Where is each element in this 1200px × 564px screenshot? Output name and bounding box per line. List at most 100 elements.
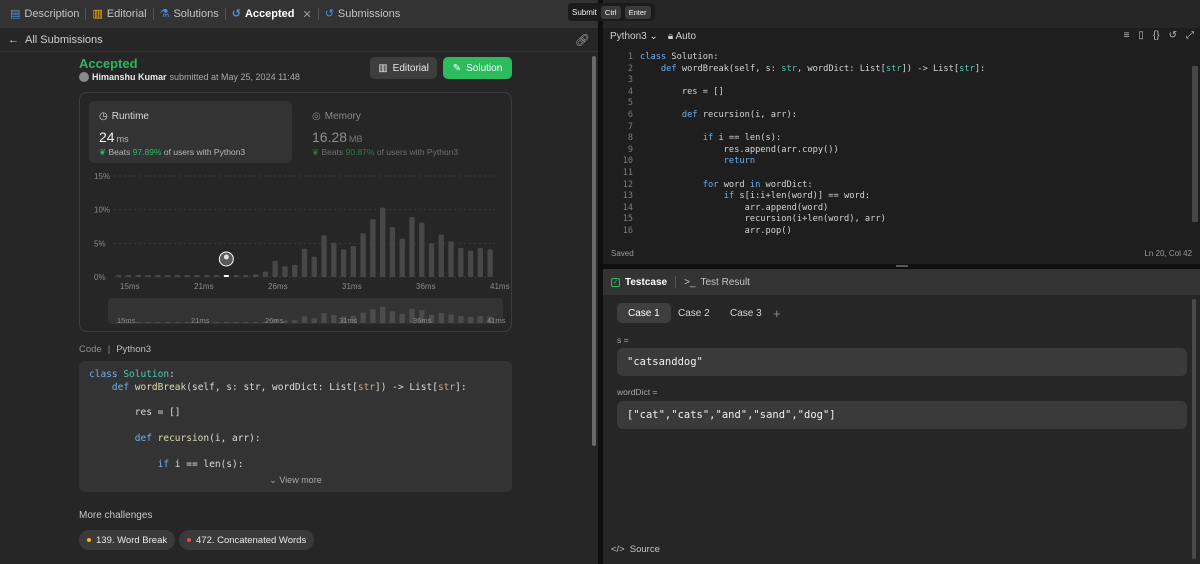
overview-bar (389, 311, 396, 323)
line-number: 9 (627, 144, 633, 155)
expand-icon[interactable]: ⤢ (1186, 30, 1194, 41)
line-number: 10 (622, 156, 633, 167)
chart-bar (194, 274, 200, 277)
input-s[interactable]: "catsanddog" (617, 348, 1187, 376)
tab-description[interactable]: ▤ Description (6, 0, 83, 28)
chart-bar (125, 274, 132, 277)
difficulty-dot (87, 538, 91, 542)
bookmark-icon[interactable]: ▯ (1138, 30, 1144, 41)
line-number: 7 (627, 121, 633, 132)
line-number: 1 (627, 52, 633, 62)
submission-panel: ▤ Description ▥ Editorial ⚗ Solutions ↺ … (0, 0, 598, 564)
editor-code-line: arr.pop() (640, 225, 792, 236)
chart-bar (477, 248, 484, 277)
testcase-scrollbar[interactable] (1192, 299, 1196, 559)
tab-accepted[interactable]: ↺ Accepted ✕ (228, 0, 316, 28)
line-number: 12 (622, 179, 633, 190)
book-icon: ▥ (92, 7, 103, 20)
editor-code-line: if i == len(s): (702, 133, 782, 144)
tab-testcase[interactable]: ✓ Testcase (611, 277, 667, 288)
editor-tools: ≡ ▯ {} ↺ ⤢ (1124, 30, 1194, 41)
editor-code-line: for word in wordDict: (702, 179, 813, 190)
tab-test-result[interactable]: >_ Test Result (684, 277, 750, 288)
case-tab-3[interactable]: Case 3 (719, 303, 773, 323)
link-icon[interactable]: 🔗︎ (575, 33, 590, 47)
code-editor[interactable]: Python3 ⌄ 🔒︎ Auto ≡ ▯ {} ↺ ⤢ 1 2 3 4 5 6 7 8 9 10… (603, 28, 1200, 264)
runtime-distribution-chart[interactable]: 15% 10% 5% 0% 15ms 21ms 26ms 31ms 36ms 41ms 15ms 21… (80, 93, 513, 333)
all-submissions-link[interactable]: ← All Submissions (8, 34, 103, 46)
case-tab-1[interactable]: Case 1 (617, 303, 671, 323)
x-tick-label: 36ms (416, 282, 436, 291)
close-icon[interactable]: ✕ (302, 8, 311, 21)
key-enter: Enter (624, 5, 651, 19)
tab-submissions[interactable]: ↺ Submissions (321, 0, 405, 28)
editor-code-line (640, 168, 985, 180)
chart-bar (116, 274, 122, 277)
add-case-button[interactable]: + (773, 303, 781, 323)
source-button[interactable]: </> Source (611, 544, 660, 555)
lock-icon: 🔒︎ (667, 30, 674, 42)
left-scrollbar[interactable] (592, 56, 596, 446)
chart-bar (204, 274, 210, 277)
splitter-grip[interactable] (896, 265, 908, 267)
overview-tick-label: 41ms (487, 316, 506, 325)
overview-bar (370, 309, 376, 323)
line-number: 16 (622, 225, 633, 236)
tab-label: Description (24, 8, 80, 20)
submitted-code[interactable]: class Solution: def wordBreak(self, s: s… (79, 361, 512, 492)
overview-bar (360, 312, 366, 323)
code-icon: </> (611, 544, 625, 555)
testcase-tab-bar: ✓ Testcase >_ Test Result (603, 269, 1200, 295)
chart-bar (252, 274, 259, 277)
chart-bar (155, 274, 161, 277)
y-tick-label: 15% (94, 172, 110, 181)
submitted-time: submitted at May 25, 2024 11:48 (169, 72, 300, 82)
tab-divider (675, 276, 677, 288)
x-tick-label: 41ms (490, 282, 510, 291)
editor-code-line: arr.append(word) (640, 202, 829, 213)
language-label: Python3 (610, 30, 647, 42)
editor-code-line: if s[i:i+len(word)] == word: (723, 191, 871, 202)
overview-bar (477, 316, 484, 323)
author-line: Himanshu Kumar submitted at May 25, 2024… (79, 72, 300, 82)
overview-bar (223, 322, 230, 323)
challenge-chip-word-break[interactable]: 139. Word Break (79, 530, 176, 550)
overview-bar (399, 313, 405, 323)
view-more-button[interactable]: ⌄ View more (79, 475, 512, 486)
chart-bar (409, 217, 415, 277)
tab-editorial[interactable]: ▥ Editorial (88, 0, 150, 28)
editorial-button-label: Editorial (392, 62, 429, 74)
format-icon[interactable]: ≡ (1124, 30, 1130, 41)
autocomplete-mode[interactable]: 🔒︎ Auto (668, 31, 696, 42)
chart-bar (243, 274, 249, 277)
overview-tick-label: 26ms (265, 316, 284, 325)
overview-bar (243, 322, 249, 323)
chart-bar (428, 243, 435, 277)
editor-code-line (640, 75, 985, 87)
challenge-chip-concatenated-words[interactable]: 472. Concatenated Words (179, 530, 315, 550)
chart-bar (360, 233, 366, 277)
chart-bar (262, 271, 269, 277)
input-worddict[interactable]: ["cat","cats","and","sand","dog"] (617, 401, 1187, 429)
view-more-label: View more (279, 475, 322, 485)
overview-bar (155, 322, 161, 323)
mode-label: Auto (675, 30, 697, 42)
chart-bar (350, 246, 357, 277)
solution-button[interactable]: ✎ Solution (443, 57, 512, 79)
case-tab-2[interactable]: Case 2 (667, 303, 721, 323)
code-language: Python3 (116, 344, 152, 355)
reset-icon[interactable]: ↺ (1169, 30, 1177, 41)
chart-bar (379, 207, 386, 277)
editor-code[interactable]: class Solution: def wordBreak(self, s: s… (640, 52, 985, 238)
tab-divider (152, 8, 154, 20)
chart-bar (165, 274, 171, 277)
x-tick-label: 21ms (194, 282, 214, 291)
braces-icon[interactable]: {} (1153, 30, 1160, 41)
avatar[interactable] (79, 72, 89, 82)
author-name[interactable]: Himanshu Kumar (92, 72, 167, 82)
tab-solutions[interactable]: ⚗ Solutions (156, 0, 223, 28)
line-number: 14 (622, 202, 633, 213)
editor-scrollbar[interactable] (1192, 66, 1198, 222)
language-selector[interactable]: Python3 ⌄ (610, 31, 658, 42)
editorial-button[interactable]: ▥ Editorial (370, 57, 437, 79)
